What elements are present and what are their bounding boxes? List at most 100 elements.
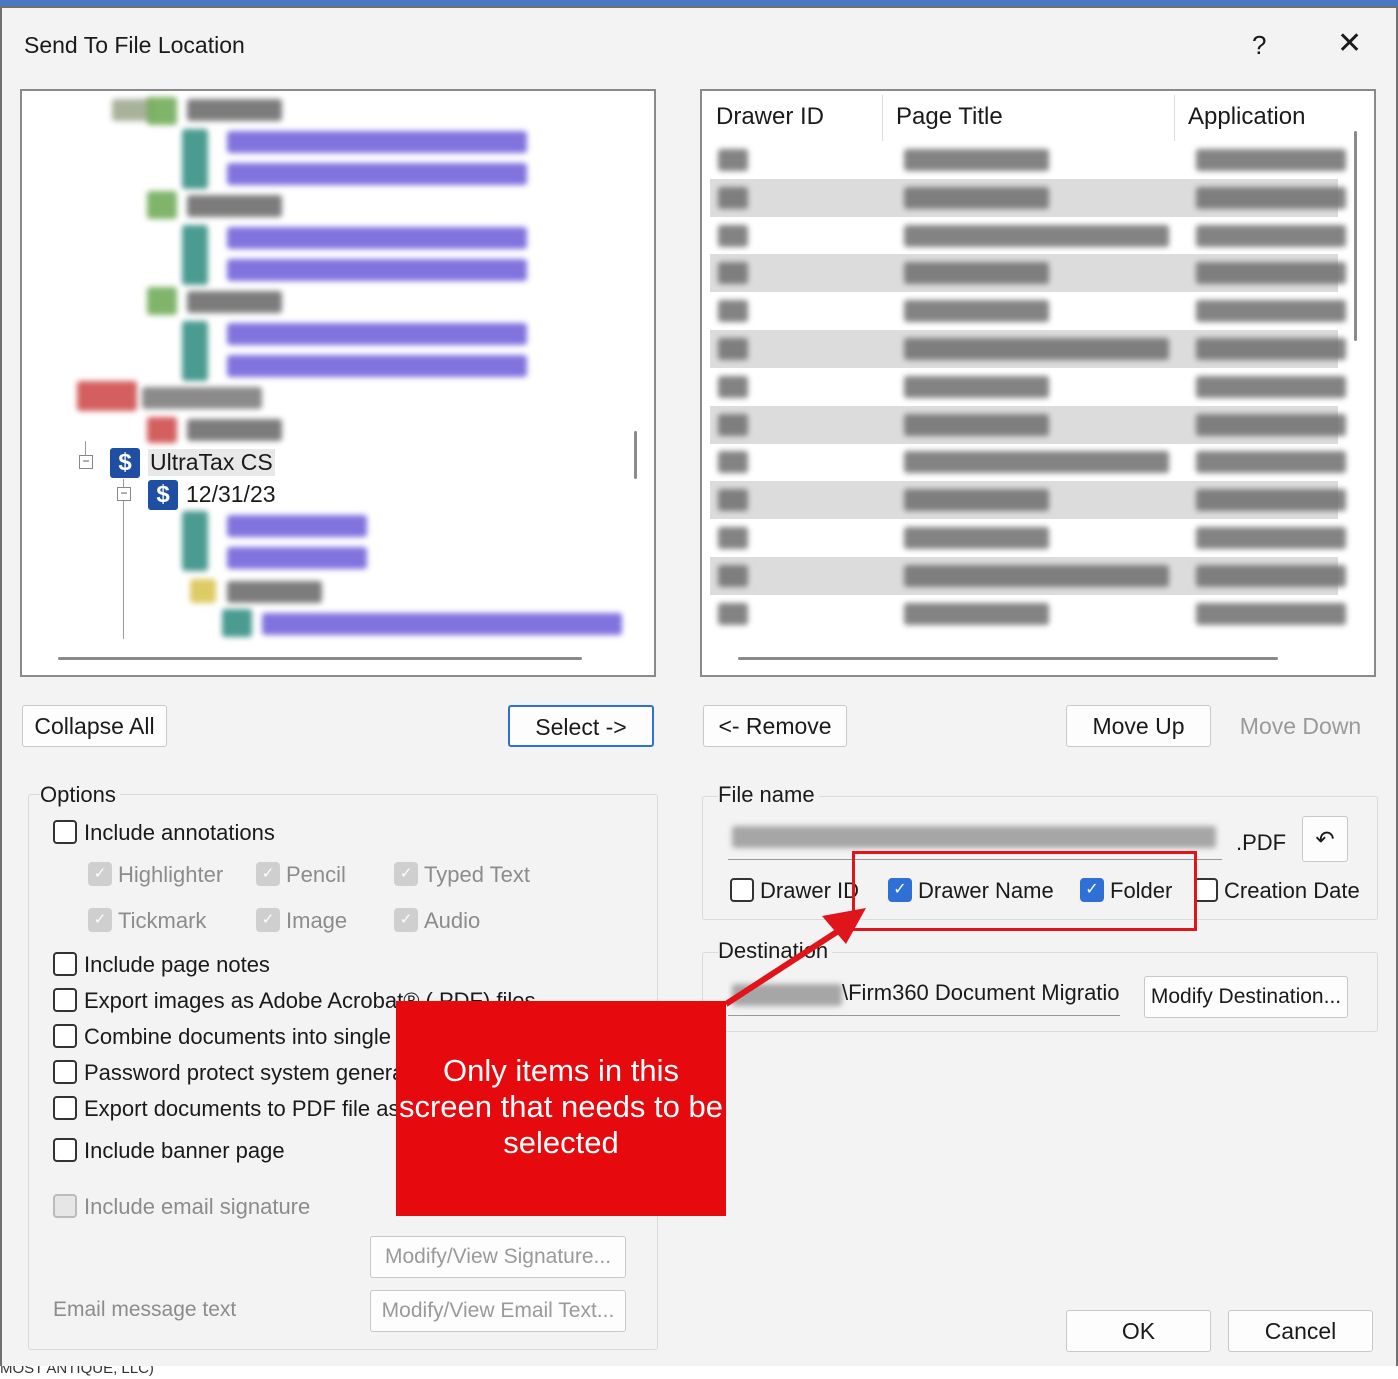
tree-blurred-node: [142, 387, 262, 409]
export-documents-checkbox[interactable]: [53, 1096, 77, 1120]
audio-checkbox: ✓: [394, 908, 418, 932]
table-row[interactable]: [710, 330, 1346, 368]
table-row[interactable]: [710, 519, 1346, 557]
tree-blurred-link: [227, 355, 527, 377]
include-annotations-label[interactable]: Include annotations: [84, 820, 275, 846]
include-banner-label[interactable]: Include banner page: [84, 1138, 285, 1164]
table-cell: [718, 186, 748, 209]
table-cell: [1196, 149, 1346, 171]
table-cell: [718, 489, 748, 512]
table-cell: [1196, 375, 1346, 398]
tree-blurred-link: [227, 259, 527, 281]
table-cell: [1196, 224, 1346, 247]
table-cell: [718, 527, 748, 549]
table-cell: [904, 149, 1049, 171]
include-email-signature-label: Include email signature: [84, 1194, 311, 1219]
audio-label: Audio: [424, 908, 481, 933]
image-checkbox: ✓: [256, 908, 280, 932]
table-row[interactable]: [710, 217, 1346, 255]
export-documents-label[interactable]: Export documents to PDF file as i: [84, 1096, 410, 1122]
ok-button[interactable]: OK: [1066, 1310, 1211, 1352]
help-button[interactable]: ?: [1252, 30, 1266, 61]
table-cell: [1196, 413, 1346, 436]
tree-blurred-node: [187, 195, 282, 217]
tree-node-year[interactable]: 12/31/23: [186, 481, 276, 508]
email-message-text-label: Email message text: [53, 1298, 237, 1321]
combine-documents-label[interactable]: Combine documents into single P: [84, 1024, 412, 1050]
table-cell: [1196, 300, 1346, 323]
include-banner-checkbox[interactable]: [53, 1138, 77, 1162]
file-name-heading: File name: [718, 782, 819, 808]
combine-documents-checkbox[interactable]: [53, 1024, 77, 1048]
tree-blurred-node: [182, 321, 208, 381]
highlighter-label: Highlighter: [118, 862, 224, 887]
file-extension: .PDF: [1236, 830, 1287, 855]
document-tree[interactable]: − $ UltraTax CS − $ 12/31/23: [20, 89, 656, 677]
undo-icon[interactable]: ↶: [1302, 816, 1348, 862]
table-row[interactable]: [710, 254, 1346, 293]
table-cell: [718, 564, 748, 587]
creation-date-label[interactable]: Creation Date: [1224, 878, 1360, 904]
tree-blurred-link: [227, 227, 527, 249]
include-annotations-checkbox[interactable]: [53, 820, 77, 844]
dollar-icon: $: [148, 480, 178, 510]
table-row[interactable]: [710, 556, 1346, 595]
grid-vertical-scrollbar[interactable]: [1354, 131, 1357, 341]
modify-destination-button[interactable]: Modify Destination...: [1144, 976, 1348, 1018]
export-images-checkbox[interactable]: [53, 988, 77, 1012]
table-row[interactable]: [710, 595, 1346, 633]
selected-documents-grid[interactable]: Drawer ID Page Title Application: [700, 89, 1376, 677]
modify-email-text-button: Modify/View Email Text...: [370, 1290, 626, 1332]
tree-blurred-node: [147, 191, 177, 219]
column-header-drawer-id[interactable]: Drawer ID: [716, 103, 824, 131]
highlight-box: [852, 851, 1197, 931]
table-row[interactable]: [710, 178, 1346, 217]
background-window-text: MOST ANTIQUE, LLC): [0, 1366, 154, 1377]
move-up-button[interactable]: Move Up: [1066, 705, 1211, 747]
table-cell: [718, 602, 748, 625]
tree-node-ultratax[interactable]: UltraTax CS: [148, 449, 275, 476]
destination-heading: Destination: [718, 938, 833, 964]
table-cell: [718, 149, 748, 171]
table-row[interactable]: [710, 481, 1346, 520]
dialog-title: Send To File Location: [24, 32, 245, 58]
pencil-label: Pencil: [286, 862, 346, 887]
include-page-notes-label[interactable]: Include page notes: [84, 952, 270, 978]
table-row[interactable]: [710, 368, 1346, 406]
collapse-icon[interactable]: −: [117, 487, 131, 501]
table-row[interactable]: [710, 141, 1346, 179]
tree-blurred-node: [182, 511, 208, 571]
table-cell: [1196, 338, 1346, 360]
table-row[interactable]: [710, 292, 1346, 330]
move-down-button: Move Down: [1228, 705, 1373, 747]
table-cell: [718, 413, 748, 436]
select-button[interactable]: Select ->: [508, 705, 654, 747]
table-row[interactable]: [710, 405, 1346, 444]
tree-blurred-node: [77, 381, 137, 411]
grid-horizontal-scrollbar[interactable]: [738, 657, 1278, 660]
tree-connector: [123, 479, 124, 639]
tree-horizontal-scrollbar[interactable]: [58, 657, 582, 660]
close-button[interactable]: ✕: [1337, 26, 1362, 61]
password-protect-checkbox[interactable]: [53, 1060, 77, 1084]
modify-signature-button: Modify/View Signature...: [370, 1236, 626, 1278]
drawer-id-checkbox[interactable]: [730, 878, 754, 902]
table-row[interactable]: [710, 443, 1346, 481]
table-cell: [1196, 262, 1346, 285]
collapse-all-button[interactable]: Collapse All: [22, 705, 167, 747]
cancel-button[interactable]: Cancel: [1228, 1310, 1373, 1352]
password-protect-label[interactable]: Password protect system generat: [84, 1060, 410, 1086]
creation-date-checkbox[interactable]: [1194, 878, 1218, 902]
remove-button[interactable]: <- Remove: [703, 705, 847, 747]
include-page-notes-checkbox[interactable]: [53, 952, 77, 976]
collapse-icon[interactable]: −: [79, 455, 93, 469]
column-header-application[interactable]: Application: [1188, 103, 1305, 131]
tree-blurred-link: [227, 547, 367, 569]
table-cell: [718, 262, 748, 285]
typed-text-label: Typed Text: [424, 862, 530, 887]
table-cell: [1196, 564, 1346, 587]
include-email-signature-checkbox: [53, 1194, 77, 1218]
drawer-id-label[interactable]: Drawer ID: [760, 878, 859, 904]
tree-vertical-scrollbar[interactable]: [634, 431, 637, 479]
column-header-page-title[interactable]: Page Title: [896, 103, 1003, 131]
